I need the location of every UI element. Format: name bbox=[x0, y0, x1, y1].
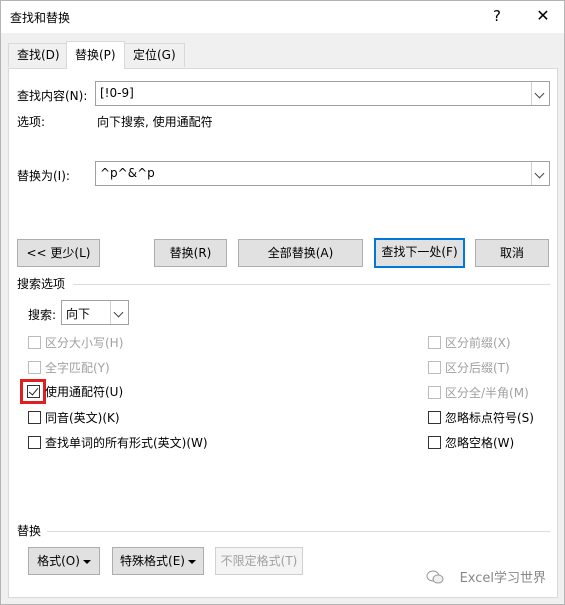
ignore-whitespace-checkbox[interactable] bbox=[428, 436, 441, 449]
match-suffix-checkbox[interactable] bbox=[428, 361, 441, 374]
watermark-text: Excel学习世界 bbox=[459, 571, 546, 586]
format-button-label: 格式(O) bbox=[37, 554, 80, 568]
find-value: [!0-9] bbox=[100, 86, 134, 100]
special-button[interactable]: 特殊格式(E) bbox=[112, 547, 204, 575]
find-next-button[interactable]: 查找下一处(F) bbox=[374, 238, 465, 268]
format-button[interactable]: 格式(O) bbox=[28, 547, 100, 575]
match-width-label: 区分全/半角(M) bbox=[445, 386, 529, 400]
caret-down-icon bbox=[187, 559, 196, 564]
match-suffix-label: 区分后缀(T) bbox=[445, 361, 510, 375]
less-button[interactable]: << 更少(L) bbox=[17, 239, 100, 267]
ignore-whitespace-label: 忽略空格(W) bbox=[445, 436, 515, 450]
match-case-checkbox[interactable] bbox=[28, 336, 41, 349]
close-button[interactable]: ✕ bbox=[521, 1, 565, 33]
options-value: 向下搜索, 使用通配符 bbox=[97, 115, 213, 129]
all-word-forms-checkbox[interactable] bbox=[28, 436, 41, 449]
replace-section-title: 替换 bbox=[17, 524, 42, 538]
tab-goto[interactable]: 定位(G) bbox=[124, 43, 185, 67]
options-label: 选项: bbox=[17, 115, 46, 129]
tab-replace[interactable]: 替换(P) bbox=[66, 41, 125, 69]
sounds-like-label: 同音(英文)(K) bbox=[45, 411, 120, 425]
search-options-divider bbox=[73, 284, 550, 285]
sounds-like-checkbox[interactable] bbox=[28, 411, 41, 424]
ignore-punctuation-checkbox[interactable] bbox=[428, 411, 441, 424]
replace-button[interactable]: 替换(R) bbox=[154, 239, 227, 267]
window-title: 查找和替换 bbox=[10, 11, 71, 25]
search-direction-select[interactable]: 向下 bbox=[61, 300, 129, 325]
search-direction-value: 向下 bbox=[66, 307, 91, 321]
find-dropdown-arrow-icon[interactable] bbox=[531, 82, 549, 105]
wildcards-label: 使用通配符(U) bbox=[45, 385, 124, 399]
whole-word-checkbox[interactable] bbox=[28, 361, 41, 374]
caret-down-icon bbox=[82, 559, 91, 564]
find-input[interactable]: [!0-9] bbox=[95, 81, 550, 106]
match-prefix-checkbox[interactable] bbox=[428, 336, 441, 349]
replace-dropdown-arrow-icon[interactable] bbox=[531, 162, 549, 185]
find-replace-dialog: 查找和替换 ? ✕ 查找(D) 替换(P) 定位(G) 查找内容(N): [!0… bbox=[0, 0, 565, 605]
ignore-punctuation-label: 忽略标点符号(S) bbox=[445, 411, 534, 425]
match-width-checkbox[interactable] bbox=[428, 386, 441, 399]
replace-label: 替换为(I): bbox=[17, 169, 70, 183]
replace-section-divider bbox=[47, 531, 550, 532]
match-case-label: 区分大小写(H) bbox=[45, 336, 124, 350]
whole-word-label: 全字匹配(Y) bbox=[45, 361, 110, 375]
all-word-forms-label: 查找单词的所有形式(英文)(W) bbox=[45, 436, 208, 450]
wildcards-checkbox[interactable] bbox=[27, 385, 40, 398]
match-prefix-label: 区分前缀(X) bbox=[445, 336, 511, 350]
search-direction-label: 搜索: bbox=[28, 308, 57, 322]
special-button-label: 特殊格式(E) bbox=[120, 554, 185, 568]
no-formatting-button[interactable]: 不限定格式(T) bbox=[215, 547, 303, 575]
tab-find[interactable]: 查找(D) bbox=[8, 43, 69, 67]
replace-all-button[interactable]: 全部替换(A) bbox=[238, 239, 363, 267]
replace-tab-panel bbox=[8, 68, 558, 598]
title-bar: 查找和替换 ? ✕ bbox=[1, 1, 564, 33]
replace-input[interactable]: ^p^&^p bbox=[95, 161, 550, 186]
wechat-icon bbox=[426, 570, 444, 584]
search-options-title: 搜索选项 bbox=[17, 277, 66, 291]
cancel-button[interactable]: 取消 bbox=[475, 239, 549, 267]
help-button[interactable]: ? bbox=[475, 1, 519, 33]
chevron-down-icon[interactable] bbox=[110, 301, 128, 324]
replace-value: ^p^&^p bbox=[100, 166, 155, 180]
find-label: 查找内容(N): bbox=[17, 89, 88, 103]
